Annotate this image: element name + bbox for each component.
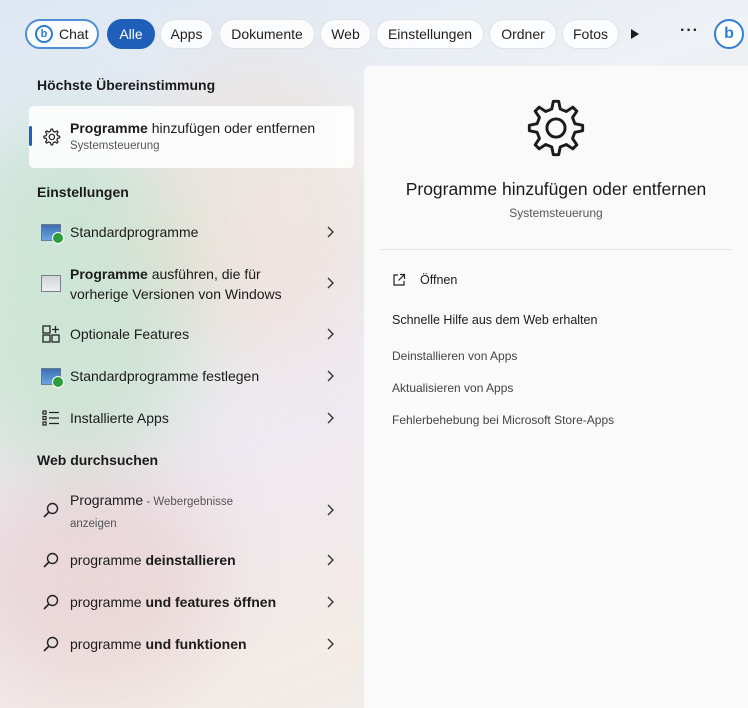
search-icon bbox=[43, 502, 59, 518]
chevron-right-icon bbox=[327, 596, 334, 608]
web-result-features-oeffnen[interactable]: programme und features öffnen bbox=[29, 582, 354, 622]
filter-documents-label: Dokumente bbox=[231, 26, 303, 42]
chevron-right-icon bbox=[327, 277, 334, 289]
web-result-query: programme bbox=[70, 552, 146, 568]
chevron-right-icon bbox=[327, 504, 334, 516]
web-result-suggestion: deinstallieren bbox=[145, 552, 236, 568]
help-link-troubleshoot[interactable]: Fehlerbehebung bei Microsoft Store-Apps bbox=[392, 413, 614, 427]
open-action[interactable]: Öffnen bbox=[392, 270, 457, 290]
web-result-deinstallieren[interactable]: programme deinstallieren bbox=[29, 540, 354, 580]
web-result-note: - Webergebnisse bbox=[143, 496, 234, 508]
settings-item-label-line2: vorherige Versionen von Windows bbox=[70, 286, 282, 302]
filter-settings-button[interactable]: Einstellungen bbox=[376, 19, 484, 49]
selection-indicator bbox=[29, 126, 32, 146]
filter-apps-button[interactable]: Apps bbox=[160, 19, 213, 49]
search-filter-bar: b Chat Alle Apps Dokumente Web Einstellu… bbox=[0, 0, 748, 66]
bing-logo-icon: b bbox=[724, 25, 734, 42]
default-apps-icon bbox=[40, 365, 64, 388]
chevron-right-icon bbox=[327, 370, 334, 382]
best-match-subtitle: Systemsteuerung bbox=[70, 140, 160, 152]
settings-item-optional-features[interactable]: Optionale Features bbox=[29, 314, 354, 354]
filter-documents-button[interactable]: Dokumente bbox=[219, 19, 315, 49]
filter-settings-label: Einstellungen bbox=[387, 26, 473, 42]
settings-item-set-default-apps[interactable]: Standardprogramme festlegen bbox=[29, 356, 354, 396]
bing-button[interactable]: b bbox=[714, 19, 744, 49]
chevron-right-icon bbox=[327, 412, 334, 424]
chat-filter-label: Chat bbox=[59, 26, 89, 42]
best-match-item[interactable]: Programme hinzufügen oder entfernen Syst… bbox=[29, 106, 354, 168]
play-arrow-icon bbox=[631, 29, 639, 39]
settings-item-label: Installierte Apps bbox=[70, 410, 169, 426]
filter-all-button[interactable]: Alle bbox=[107, 19, 155, 49]
compatibility-icon bbox=[40, 272, 62, 294]
default-apps-icon bbox=[40, 221, 64, 244]
web-result-label: Programme - Webergebnisse anzeigen bbox=[70, 490, 233, 534]
web-result-label: programme deinstallieren bbox=[70, 550, 236, 570]
search-icon bbox=[43, 636, 59, 652]
settings-item-label: Standardprogramme festlegen bbox=[70, 368, 260, 384]
chevron-right-icon bbox=[327, 328, 334, 340]
gear-icon bbox=[43, 128, 61, 146]
web-result-query: programme bbox=[70, 594, 146, 610]
filter-folders-label: Ordner bbox=[501, 26, 545, 42]
filter-folders-button[interactable]: Ordner bbox=[489, 19, 557, 49]
preview-pane: Programme hinzufügen oder entfernen Syst… bbox=[364, 66, 748, 708]
web-search-heading: Web durchsuchen bbox=[37, 452, 159, 468]
search-icon bbox=[43, 594, 59, 610]
help-link-update[interactable]: Aktualisieren von Apps bbox=[392, 381, 513, 395]
chevron-right-icon bbox=[327, 554, 334, 566]
settings-item-run-older-programs[interactable]: Programme ausführen, die für vorherige V… bbox=[29, 256, 354, 310]
web-help-heading: Schnelle Hilfe aus dem Web erhalten bbox=[392, 313, 598, 327]
optional-features-icon bbox=[42, 325, 60, 343]
more-options-button[interactable]: ··· bbox=[680, 22, 699, 40]
settings-item-label: Programme ausführen, die für vorherige V… bbox=[70, 264, 282, 304]
best-match-title: Programme hinzufügen oder entfernen bbox=[70, 120, 315, 136]
settings-item-label: Standardprogramme bbox=[70, 224, 199, 240]
preview-subtitle: Systemsteuerung bbox=[509, 206, 603, 220]
settings-heading: Einstellungen bbox=[37, 184, 129, 200]
filter-photos-label: Fotos bbox=[572, 26, 608, 42]
web-result-note-line2: anzeigen bbox=[70, 518, 117, 530]
chevron-right-icon bbox=[327, 638, 334, 650]
gear-icon bbox=[527, 99, 585, 157]
settings-item-label-bold: Programme bbox=[70, 266, 148, 282]
open-external-icon bbox=[393, 273, 406, 286]
open-action-label: Öffnen bbox=[420, 273, 458, 287]
search-icon bbox=[43, 552, 59, 568]
web-result-label: programme und features öffnen bbox=[70, 592, 276, 612]
filter-web-label: Web bbox=[331, 26, 360, 42]
settings-item-default-apps[interactable]: Standardprogramme bbox=[29, 212, 354, 252]
web-result-query: Programme bbox=[70, 492, 144, 508]
filter-all-label: Alle bbox=[119, 26, 143, 42]
settings-item-label: Optionale Features bbox=[70, 326, 190, 342]
web-result-label: programme und funktionen bbox=[70, 634, 247, 654]
web-result-suggestion: und funktionen bbox=[145, 636, 247, 652]
filter-apps-label: Apps bbox=[170, 26, 203, 42]
web-result-suggestion: und features öffnen bbox=[145, 594, 277, 610]
scroll-filters-button[interactable] bbox=[630, 25, 644, 43]
settings-item-installed-apps[interactable]: Installierte Apps bbox=[29, 398, 354, 438]
web-result-programme[interactable]: Programme - Webergebnisse anzeigen bbox=[29, 486, 354, 534]
best-match-heading: Höchste Übereinstimmung bbox=[37, 77, 216, 93]
installed-apps-icon bbox=[42, 410, 59, 426]
filter-web-button[interactable]: Web bbox=[320, 19, 371, 49]
best-match-title-rest: hinzufügen oder entfernen bbox=[147, 120, 316, 136]
help-link-uninstall[interactable]: Deinstallieren von Apps bbox=[392, 349, 517, 363]
preview-divider bbox=[380, 249, 732, 250]
settings-item-label-rest: ausführen, die für bbox=[147, 266, 261, 282]
web-result-funktionen[interactable]: programme und funktionen bbox=[29, 624, 354, 664]
web-result-query: programme bbox=[70, 636, 146, 652]
chevron-right-icon bbox=[327, 226, 334, 238]
preview-title: Programme hinzufügen oder entfernen bbox=[405, 179, 707, 199]
best-match-title-bold: Programme bbox=[70, 120, 148, 136]
bing-chat-icon: b bbox=[35, 25, 53, 43]
filter-photos-button[interactable]: Fotos bbox=[562, 19, 619, 49]
more-dots-icon: ··· bbox=[680, 22, 699, 39]
chat-filter-button[interactable]: b Chat bbox=[25, 19, 99, 49]
search-results-list: Höchste Übereinstimmung Programme hinzuf… bbox=[0, 66, 364, 708]
